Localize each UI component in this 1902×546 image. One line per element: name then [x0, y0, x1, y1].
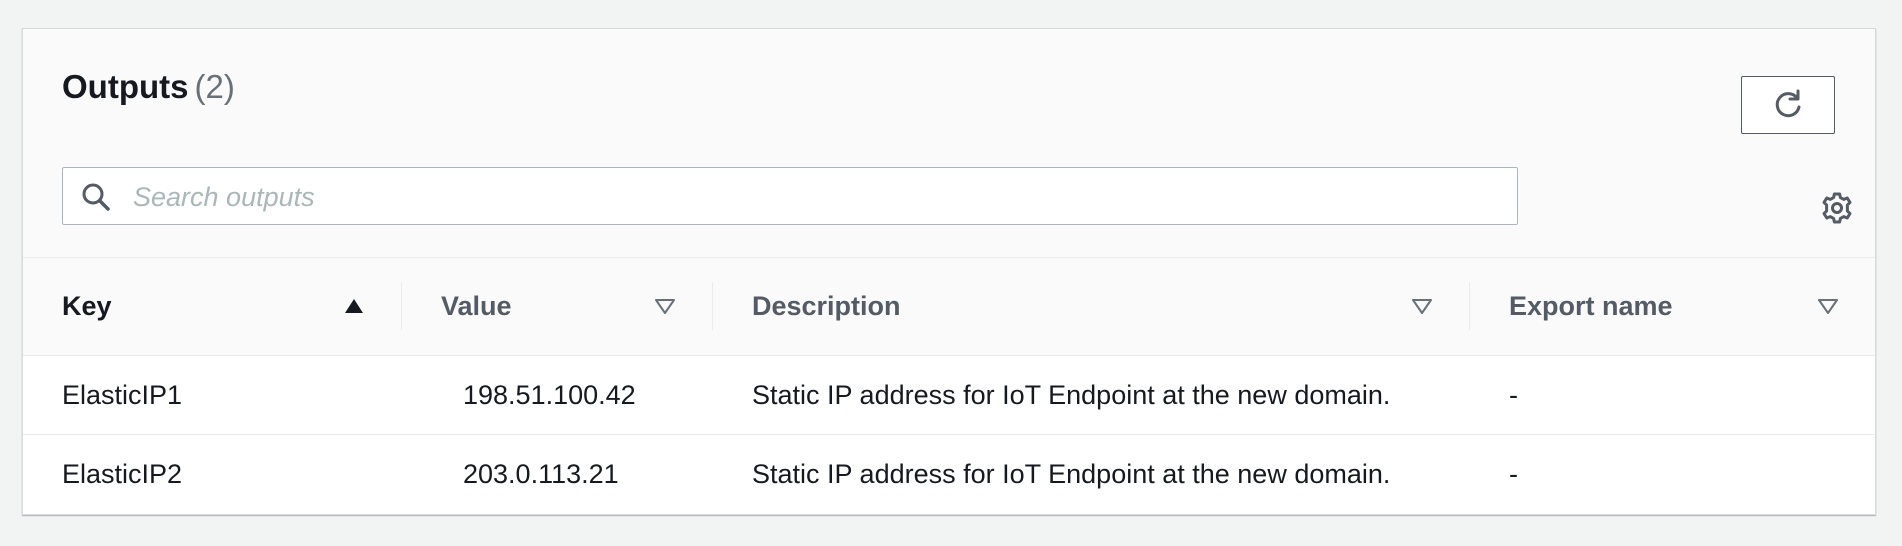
column-header-description[interactable]: Description — [712, 258, 1469, 356]
refresh-button[interactable] — [1741, 76, 1835, 134]
column-label: Description — [752, 290, 901, 321]
cell-value: 203.0.113.21 — [463, 458, 619, 489]
cell-value: 198.51.100.42 — [401, 355, 712, 435]
outputs-table: Key Value Description Export name Elasti… — [23, 258, 1875, 513]
table-row: ElasticIP2 203.0.113.21 Static IP addres… — [23, 435, 1875, 514]
table-row: ElasticIP1 198.51.100.42 Static IP addre… — [23, 355, 1875, 435]
sort-icon — [655, 299, 675, 314]
column-header-value[interactable]: Value — [401, 258, 712, 356]
page-title: Outputs (2) — [62, 67, 235, 107]
gear-icon[interactable] — [1819, 190, 1855, 226]
search-input[interactable] — [131, 168, 1505, 226]
column-label: Export name — [1509, 290, 1673, 321]
output-count: (2) — [194, 68, 235, 105]
cell-description: Static IP address for IoT Endpoint at th… — [712, 355, 1469, 435]
cell-export-name: - — [1509, 458, 1518, 489]
column-label: Value — [441, 290, 512, 321]
cell-key: ElasticIP2 — [62, 458, 183, 489]
column-header-key[interactable]: Key — [23, 258, 401, 356]
search-icon — [82, 183, 110, 211]
column-label: Key — [62, 290, 112, 321]
table-header-row: Key Value Description Export name — [23, 258, 1875, 356]
cell-key: ElasticIP1 — [23, 355, 401, 435]
column-header-export-name[interactable]: Export name — [1469, 258, 1875, 356]
title-text: Outputs — [62, 68, 189, 105]
refresh-icon — [1775, 89, 1801, 118]
cell-export-name: - — [1469, 355, 1875, 435]
outputs-panel: Outputs (2) Search outputs Key Value Des… — [22, 28, 1876, 515]
search-field[interactable] — [62, 167, 1518, 226]
sort-ascending-icon — [345, 299, 363, 313]
panel-header: Outputs (2) — [23, 29, 1875, 258]
sort-icon — [1412, 299, 1432, 314]
cell-description: Static IP address for IoT Endpoint at th… — [752, 458, 1391, 489]
sort-icon — [1818, 299, 1838, 314]
